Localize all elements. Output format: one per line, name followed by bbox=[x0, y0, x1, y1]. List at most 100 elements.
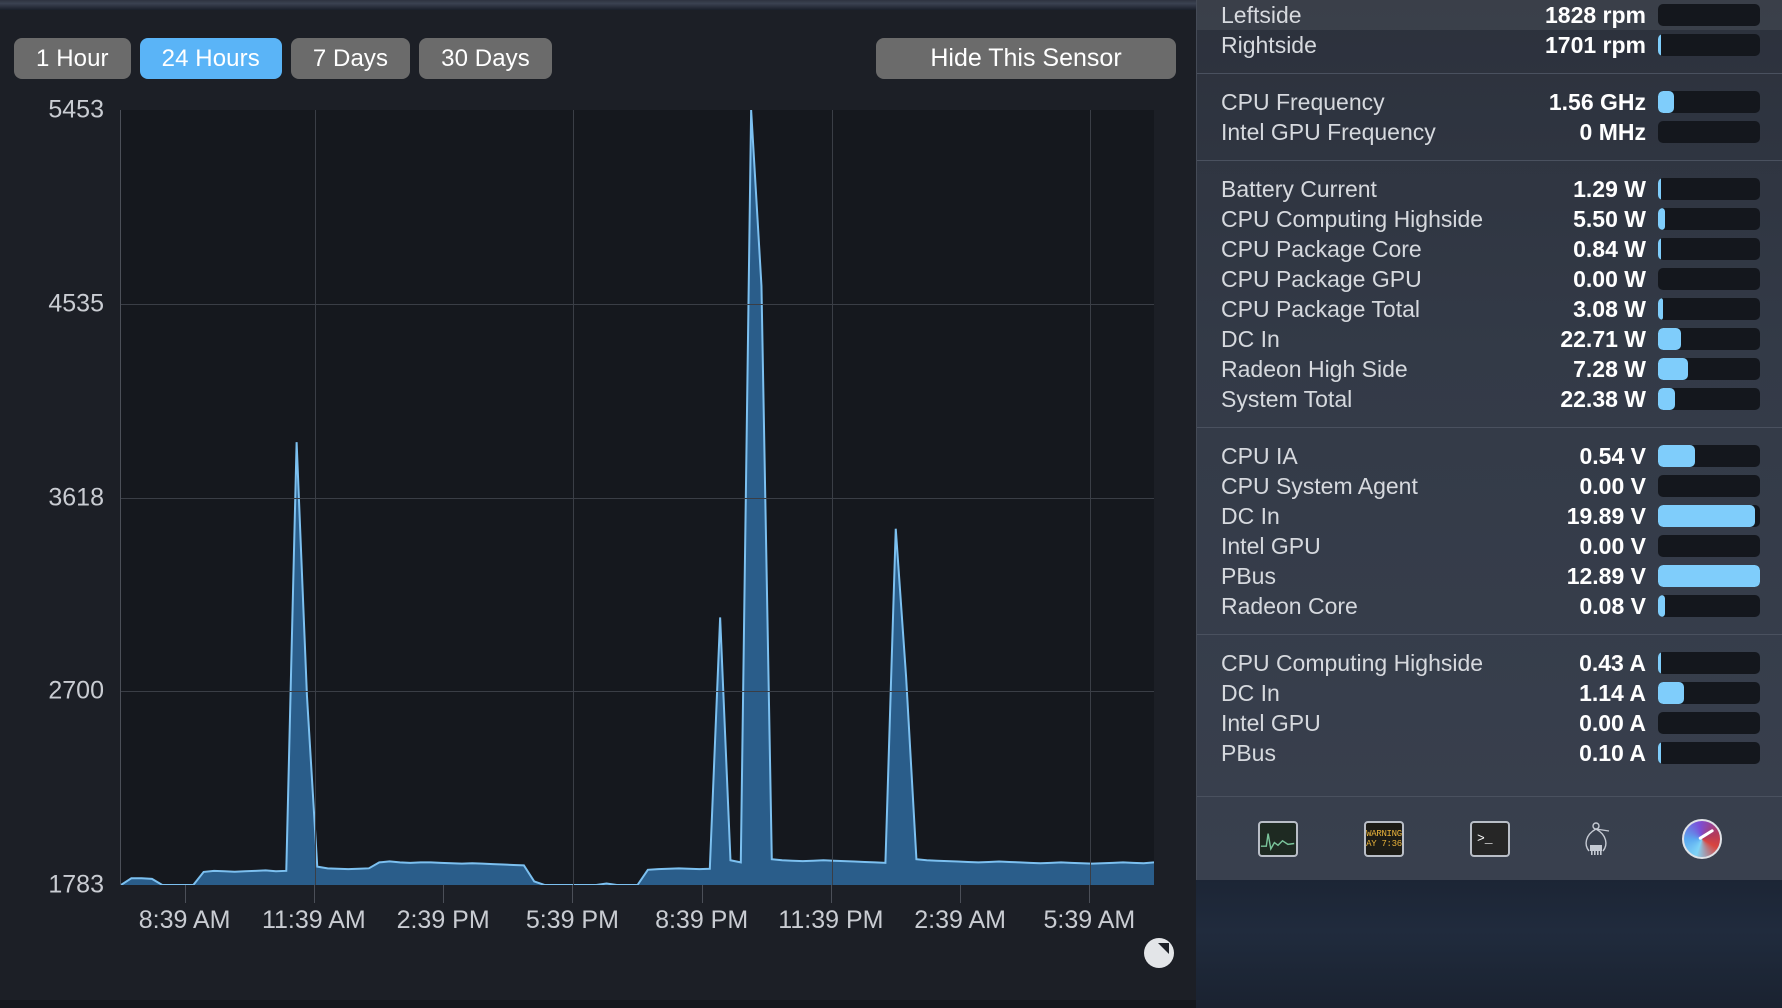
sensor-row[interactable]: System Total22.38 W bbox=[1197, 384, 1782, 414]
sensor-value: 1701 rpm bbox=[1545, 32, 1658, 59]
sensor-bar-fill bbox=[1658, 652, 1661, 674]
sensor-section-currents: CPU Computing Highside0.43 ADC In1.14 AI… bbox=[1197, 634, 1782, 781]
sensor-name: Battery Current bbox=[1221, 176, 1377, 203]
y-axis-label: 1783 bbox=[48, 871, 104, 900]
sensor-value: 1828 rpm bbox=[1545, 2, 1658, 29]
time-range-button-7-days[interactable]: 7 Days bbox=[291, 38, 410, 79]
sensor-value: 0.00 V bbox=[1580, 473, 1659, 500]
sensor-row[interactable]: Rightside1701 rpm bbox=[1197, 30, 1782, 60]
x-axis-label: 5:39 PM bbox=[526, 906, 619, 935]
time-range-button-1-hour[interactable]: 1 Hour bbox=[14, 38, 131, 79]
sensor-sections: Leftside1828 rpmRightside1701 rpm CPU Fre… bbox=[1197, 0, 1782, 781]
sensor-row[interactable]: PBus 12.89 V bbox=[1197, 561, 1782, 591]
sensor-bar bbox=[1658, 208, 1760, 230]
sensor-row[interactable]: CPU Computing Highside 5.50 W bbox=[1197, 204, 1782, 234]
sensor-name: PBus bbox=[1221, 563, 1276, 590]
section-spacer bbox=[1197, 60, 1782, 73]
x-axis-ticks bbox=[120, 885, 1154, 905]
y-axis-labels: 54534535361827001783 bbox=[0, 86, 118, 886]
sensor-row[interactable]: Intel GPU0.00 A bbox=[1197, 708, 1782, 738]
sensor-bar bbox=[1658, 595, 1760, 617]
sensor-section-frequencies: CPU Frequency 1.56 GHzIntel GPU Frequency… bbox=[1197, 73, 1782, 160]
sensor-value: 3.08 W bbox=[1573, 296, 1658, 323]
x-axis-label: 11:39 AM bbox=[262, 906, 366, 935]
x-axis-tick bbox=[1089, 885, 1090, 903]
sensor-row[interactable]: DC In19.89 V bbox=[1197, 501, 1782, 531]
sensor-row[interactable]: CPU Frequency 1.56 GHz bbox=[1197, 87, 1782, 117]
sensor-row[interactable]: Radeon Core0.08 V bbox=[1197, 591, 1782, 621]
graph-icon[interactable] bbox=[1258, 821, 1298, 857]
terminal-icon[interactable]: >_ bbox=[1470, 821, 1510, 857]
sensor-value: 12.89 V bbox=[1567, 563, 1658, 590]
x-axis-label: 8:39 AM bbox=[139, 906, 231, 935]
warning-icon-line2: AY 7:36 bbox=[1366, 839, 1402, 849]
sensor-bar-fill bbox=[1658, 682, 1684, 704]
sensor-name: CPU Package Total bbox=[1221, 296, 1420, 323]
hide-this-sensor-button[interactable]: Hide This Sensor bbox=[876, 38, 1176, 79]
gauge-app-icon[interactable] bbox=[1682, 819, 1722, 859]
sensor-bar-fill bbox=[1658, 238, 1661, 260]
sensor-name: CPU Frequency bbox=[1221, 89, 1385, 116]
sensor-row[interactable]: Radeon High Side7.28 W bbox=[1197, 354, 1782, 384]
sensor-history-window: 1 Hour24 Hours7 Days30 Days Hide This Se… bbox=[0, 10, 1196, 1000]
sensor-row[interactable]: CPU System Agent0.00 V bbox=[1197, 471, 1782, 501]
sensor-name: System Total bbox=[1221, 386, 1352, 413]
sensor-bar bbox=[1658, 91, 1760, 113]
sensor-row[interactable]: Intel GPU 0.00 V bbox=[1197, 531, 1782, 561]
sensor-name: Intel GPU bbox=[1221, 710, 1321, 737]
time-range-button-24-hours[interactable]: 24 Hours bbox=[140, 38, 282, 79]
sensor-name: DC In bbox=[1221, 503, 1280, 530]
sensor-bar bbox=[1658, 445, 1760, 467]
sensor-name: CPU Computing Highside bbox=[1221, 206, 1483, 233]
sensor-name: CPU Package GPU bbox=[1221, 266, 1422, 293]
sensor-value: 0.84 W bbox=[1573, 236, 1658, 263]
sensor-row[interactable]: Leftside1828 rpm bbox=[1197, 0, 1782, 30]
clock-icon[interactable] bbox=[1144, 938, 1174, 968]
sensor-value: 0.43 A bbox=[1579, 650, 1658, 677]
sensor-bar bbox=[1658, 565, 1760, 587]
istat-sensor-panel: Leftside1828 rpmRightside1701 rpm CPU Fre… bbox=[1196, 0, 1782, 880]
sensor-value: 0.00 V bbox=[1580, 533, 1659, 560]
section-spacer bbox=[1197, 621, 1782, 634]
panel-dock: WARNING AY 7:36 >_ bbox=[1197, 796, 1782, 880]
sensor-value: 0.10 A bbox=[1579, 740, 1658, 767]
time-range-button-30-days[interactable]: 30 Days bbox=[419, 38, 552, 79]
sensor-probe-icon[interactable] bbox=[1576, 821, 1616, 857]
time-range-segmented-control[interactable]: 1 Hour24 Hours7 Days30 Days bbox=[14, 38, 552, 79]
gridline-vertical bbox=[573, 110, 574, 885]
sensor-row[interactable]: CPU Package Core0.84 W bbox=[1197, 234, 1782, 264]
section-spacer bbox=[1197, 147, 1782, 160]
sensor-name: Intel GPU bbox=[1221, 533, 1321, 560]
sensor-bar bbox=[1658, 178, 1760, 200]
chart-canvas[interactable] bbox=[120, 110, 1154, 885]
sensor-name: DC In bbox=[1221, 680, 1280, 707]
x-axis-tick bbox=[960, 885, 961, 903]
sensor-row[interactable]: Intel GPU Frequency0 MHz bbox=[1197, 117, 1782, 147]
section-spacer bbox=[1197, 428, 1782, 441]
sensor-value: 1.14 A bbox=[1579, 680, 1658, 707]
sensor-bar bbox=[1658, 652, 1760, 674]
sensor-row[interactable]: PBus0.10 A bbox=[1197, 738, 1782, 768]
gridline-horizontal bbox=[121, 304, 1154, 305]
sensor-value: 5.50 W bbox=[1573, 206, 1658, 233]
sensor-section-power: Battery Current1.29 WCPU Computing Highs… bbox=[1197, 160, 1782, 427]
sensor-name: Radeon Core bbox=[1221, 593, 1358, 620]
sensor-value: 1.56 GHz bbox=[1549, 89, 1658, 116]
sensor-row[interactable]: Battery Current 1.29 W bbox=[1197, 174, 1782, 204]
sensor-value: 1.29 W bbox=[1573, 176, 1658, 203]
sensor-row[interactable]: CPU IA 0.54 V bbox=[1197, 441, 1782, 471]
sensor-bar-fill bbox=[1658, 34, 1661, 56]
sensor-row[interactable]: DC In 1.14 A bbox=[1197, 678, 1782, 708]
sensor-bar bbox=[1658, 742, 1760, 764]
sensor-row[interactable]: CPU Computing Highside0.43 A bbox=[1197, 648, 1782, 678]
sensor-row[interactable]: DC In22.71 W bbox=[1197, 324, 1782, 354]
warning-icon[interactable]: WARNING AY 7:36 bbox=[1364, 821, 1404, 857]
sensor-bar-fill bbox=[1658, 298, 1663, 320]
sensor-value: 0.54 V bbox=[1580, 443, 1659, 470]
sensor-section-voltages: CPU IA0.54 VCPU System Agent0.00 VDC In1… bbox=[1197, 427, 1782, 634]
sensor-row[interactable]: CPU Package GPU0.00 W bbox=[1197, 264, 1782, 294]
sensor-name: CPU IA bbox=[1221, 443, 1298, 470]
gridline-vertical bbox=[315, 110, 316, 885]
sensor-row[interactable]: CPU Package Total 3.08 W bbox=[1197, 294, 1782, 324]
sensor-bar bbox=[1658, 34, 1760, 56]
